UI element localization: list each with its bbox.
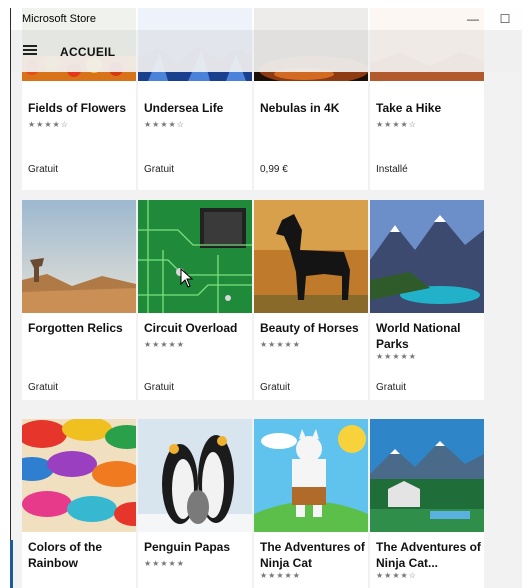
rating-stars: ★★★★☆ [28,120,69,129]
app-bar: ACCUEIL [10,30,522,72]
card-title: Circuit Overload [144,321,238,335]
card-title: Undersea Life [144,101,224,115]
card-title: The Adventures of Ninja Cat... [376,540,481,570]
taskbar-edge [10,540,13,588]
price-label: Gratuit [28,382,59,393]
title-bar: Microsoft Store — ☐ [10,8,522,30]
rating-stars: ★★★★★ [260,571,301,580]
rating-stars: ★★★★★ [144,559,185,568]
card-circuit-overload[interactable]: Circuit Overload ★★★★★ Gratuit [138,200,252,400]
price-label: Gratuit [376,382,407,393]
price-label: Gratuit [144,382,175,393]
rating-stars: ★★★★★ [260,340,301,349]
rating-stars: ★★★★☆ [376,571,417,580]
mouse-cursor-icon [180,268,194,288]
thumbnail-rainbow [22,419,136,532]
hamburger-icon[interactable] [23,45,37,55]
rating-stars: ★★★★★ [144,340,185,349]
card-title: Forgotten Relics [28,321,123,335]
card-title: Nebulas in 4K [260,101,340,115]
card-title: Fields of Flowers [28,101,127,115]
card-world-national-parks[interactable]: World National Parks ★★★★★ Gratuit [370,200,484,400]
card-colors-of-the-rainbow[interactable]: Colors of the Rainbow [22,419,136,588]
card-penguin-papas[interactable]: Penguin Papas ★★★★★ [138,419,252,588]
card-title: The Adventures of Ninja Cat [260,540,365,570]
thumbnail-parks [370,200,484,313]
price-label: Gratuit [28,164,59,175]
card-title: Colors of the Rainbow [28,540,102,570]
rating-stars: ★★★★☆ [376,120,417,129]
thumbnail-penguins [138,419,252,532]
product-grid: Fields of Flowers ★★★★☆ Gratuit Undersea… [10,8,522,588]
card-forgotten-relics[interactable]: Forgotten Relics Gratuit [22,200,136,400]
store-window: Fields of Flowers ★★★★☆ Gratuit Undersea… [10,8,522,588]
card-title: Beauty of Horses [260,321,359,335]
card-title: World National Parks [376,321,461,351]
price-label: Gratuit [260,382,291,393]
price-label: Installé [376,164,408,175]
card-title: Penguin Papas [144,540,231,554]
thumbnail-circuit [138,200,252,313]
window-border [10,8,11,588]
thumbnail-relics [22,200,136,313]
thumbnail-ninja-cat [254,419,368,532]
card-adventures-ninja-cat-2[interactable]: The Adventures of Ninja Cat... ★★★★☆ [370,419,484,588]
thumbnail-horses [254,200,368,313]
window-title: Microsoft Store [22,13,96,25]
minimize-button[interactable]: — [458,10,488,28]
card-title: Take a Hike [376,101,442,115]
price-label: Gratuit [144,164,175,175]
card-beauty-of-horses[interactable]: Beauty of Horses ★★★★★ Gratuit [254,200,368,400]
rating-stars: ★★★★☆ [144,120,185,129]
rating-stars: ★★★★★ [376,352,417,361]
maximize-button[interactable]: ☐ [490,10,520,28]
card-adventures-ninja-cat[interactable]: The Adventures of Ninja Cat ★★★★★ [254,419,368,588]
thumbnail-ninja-cat-2 [370,419,484,532]
price-label: 0,99 € [260,164,288,175]
page-title: ACCUEIL [60,45,116,59]
